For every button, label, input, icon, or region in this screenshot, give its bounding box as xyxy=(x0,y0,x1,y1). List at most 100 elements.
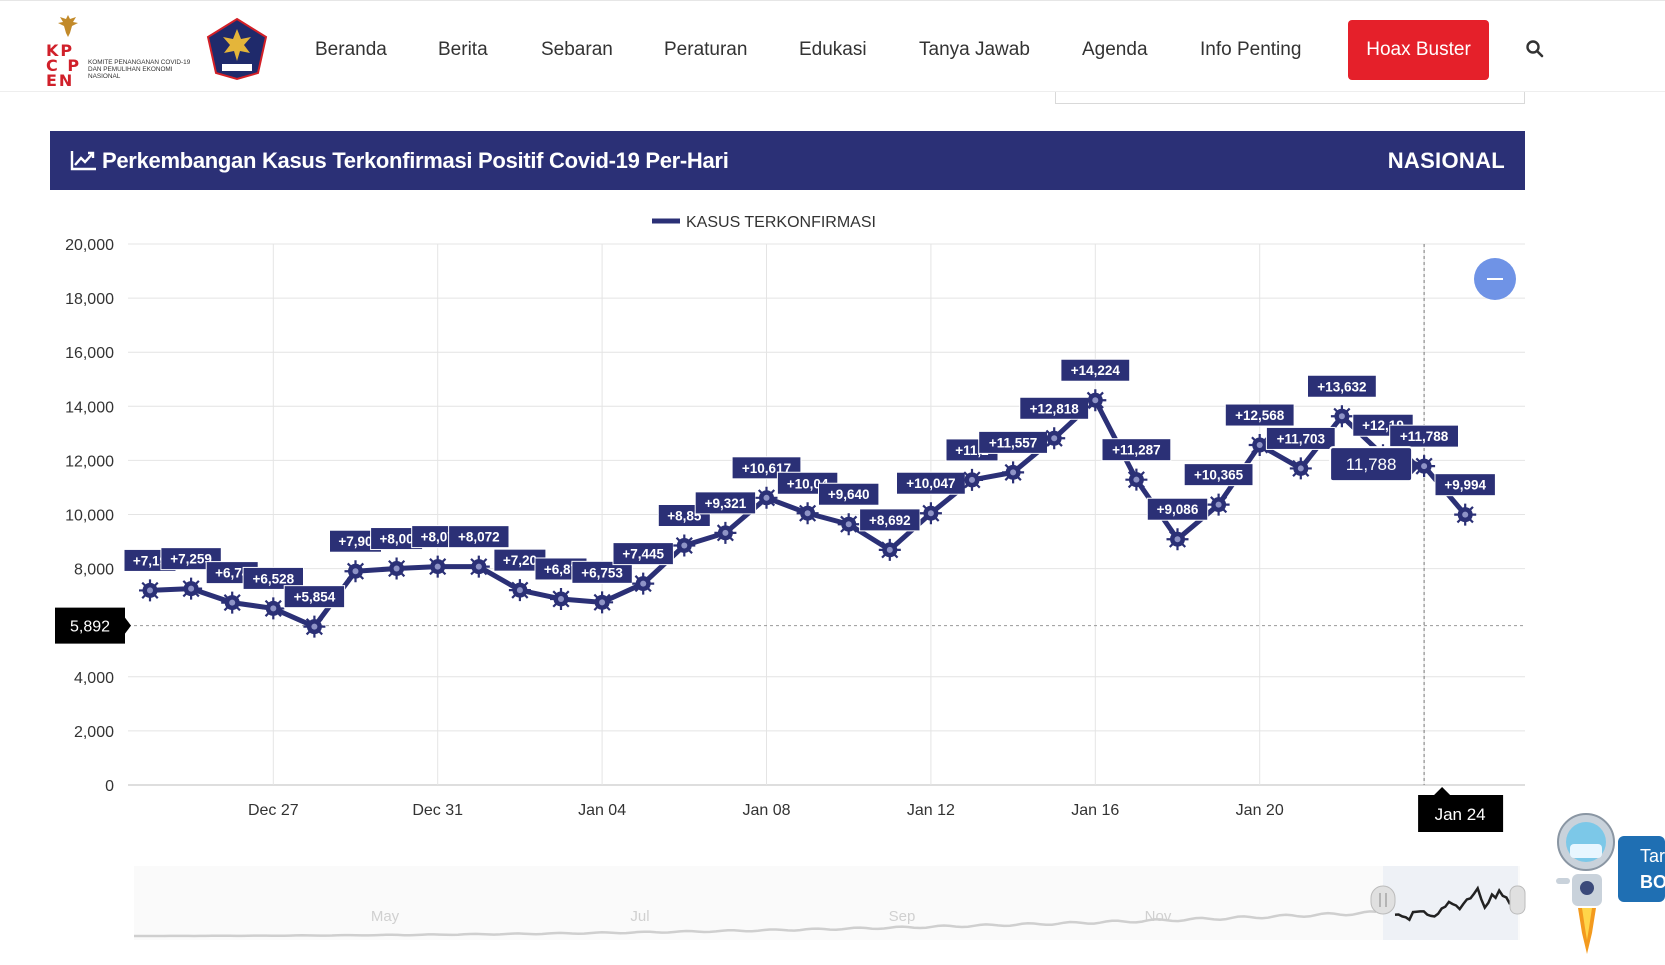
data-label: +5,854 xyxy=(294,590,336,605)
y-tick-label: 10,000 xyxy=(65,508,114,525)
x-crosshair-label-pointer xyxy=(1434,787,1451,795)
data-point-marker[interactable] xyxy=(1207,493,1230,516)
data-point-marker[interactable] xyxy=(1043,427,1066,450)
data-point-marker[interactable] xyxy=(508,579,531,602)
data-label: +8,692 xyxy=(869,513,911,528)
svg-text:BO: BO xyxy=(1640,872,1665,892)
data-point-marker[interactable] xyxy=(714,521,737,544)
nav-tanya-jawab[interactable]: Tanya Jawab xyxy=(919,39,1030,61)
data-point-marker[interactable] xyxy=(878,538,901,561)
data-point-marker[interactable] xyxy=(837,513,860,536)
data-point-marker[interactable] xyxy=(180,577,203,600)
x-tick-label: Jan 20 xyxy=(1236,802,1284,819)
navigator-label: Sep xyxy=(889,908,916,925)
data-label: +6,528 xyxy=(252,571,294,586)
data-point-marker[interactable] xyxy=(550,587,572,610)
navigator-right-handle[interactable] xyxy=(1509,885,1526,915)
data-label: +10,365 xyxy=(1194,468,1244,483)
data-label: +12,818 xyxy=(1030,401,1080,416)
garuda-emblem-icon xyxy=(58,15,78,37)
y-crosshair-label: 5,892 xyxy=(70,619,110,636)
navigator-left-handle[interactable] xyxy=(1370,885,1396,915)
data-point-marker[interactable] xyxy=(632,572,655,595)
y-tick-label: 16,000 xyxy=(65,345,114,362)
data-point-marker[interactable] xyxy=(961,468,983,491)
y-tick-label: 12,000 xyxy=(65,453,114,470)
svg-text:Tar: Tar xyxy=(1640,846,1665,866)
nav-agenda[interactable]: Agenda xyxy=(1082,39,1148,61)
data-point-marker[interactable] xyxy=(673,534,696,557)
data-label: +7,259 xyxy=(170,552,212,567)
data-label: +11,287 xyxy=(1112,443,1160,458)
chart-card-header: Perkembangan Kasus Terkonfirmasi Positif… xyxy=(50,131,1525,190)
daily-cases-chart[interactable]: KASUS TERKONFIRMASI 0 2,000 4,000 8,000 10,00… xyxy=(0,200,1665,960)
robot-mascot-icon[interactable]: Tar BO xyxy=(1548,808,1665,960)
data-point-marker[interactable] xyxy=(1166,528,1189,551)
legend-label[interactable]: KASUS TERKONFIRMASI xyxy=(686,214,876,231)
data-point-marker[interactable] xyxy=(1125,468,1148,491)
data-label: +9,321 xyxy=(705,496,747,511)
data-label: +11,557 xyxy=(989,435,1037,450)
y-tick-label: 20,000 xyxy=(65,237,114,254)
data-point-marker[interactable] xyxy=(426,555,449,578)
line-chart-icon xyxy=(70,151,96,171)
data-label: +6,753 xyxy=(581,565,623,580)
data-label: +11,788 xyxy=(1400,429,1449,444)
data-point-marker[interactable] xyxy=(1454,503,1477,526)
y-tick-label: 14,000 xyxy=(65,399,114,416)
x-tick-label: Jan 16 xyxy=(1071,802,1119,819)
data-label: +13,632 xyxy=(1317,379,1366,394)
x-tick-label: Dec 31 xyxy=(412,802,463,819)
chart-svg[interactable]: KASUS TERKONFIRMASI 0 2,000 4,000 8,000 10,00… xyxy=(0,200,1665,960)
region-label: NASIONAL xyxy=(1387,148,1505,173)
tooltip-value: 11,788 xyxy=(1346,455,1397,474)
data-point-marker[interactable] xyxy=(1289,457,1312,480)
data-point-marker[interactable] xyxy=(303,615,326,638)
kpc-pen-logo[interactable]: KPC PEN KOMITE PENANGANAN COVID-19 DAN P… xyxy=(46,13,271,89)
data-point-marker[interactable] xyxy=(591,591,614,614)
top-navigation-bar: KPC PEN KOMITE PENANGANAN COVID-19 DAN P… xyxy=(0,0,1665,92)
navigator-label: Nov xyxy=(1145,908,1172,925)
data-label: +8,00 xyxy=(380,532,414,547)
data-point-marker[interactable] xyxy=(139,579,161,602)
data-point-marker[interactable] xyxy=(467,555,490,578)
nav-beranda[interactable]: Beranda xyxy=(315,39,387,61)
chart-card-title: Perkembangan Kasus Terkonfirmasi Positif… xyxy=(102,148,729,173)
hoax-buster-button[interactable]: Hoax Buster xyxy=(1348,20,1489,80)
data-point-marker[interactable] xyxy=(919,502,942,525)
data-point-marker[interactable] xyxy=(755,486,778,509)
data-label: +9,640 xyxy=(828,487,870,502)
navigator-label: May xyxy=(371,908,400,925)
x-tick-label: Jan 08 xyxy=(742,802,790,819)
search-icon[interactable] xyxy=(1525,39,1545,59)
logo-subtitle: KOMITE PENANGANAN COVID-19 DAN PEMULIHAN… xyxy=(88,59,191,80)
x-crosshair-label: Jan 24 xyxy=(1435,805,1486,824)
data-point-marker[interactable] xyxy=(1330,405,1353,428)
filter-input-edge[interactable] xyxy=(1055,92,1525,104)
data-point-marker[interactable] xyxy=(796,502,819,525)
data-label: +8,072 xyxy=(458,530,500,545)
data-point-marker[interactable] xyxy=(1084,389,1107,412)
data-label: +12,568 xyxy=(1235,408,1285,423)
data-label: +11,703 xyxy=(1277,431,1326,446)
data-point-marker[interactable] xyxy=(385,557,408,580)
x-tick-label: Jan 04 xyxy=(578,802,626,819)
y-crosshair-label-pointer xyxy=(125,617,131,634)
y-tick-label: 0 xyxy=(105,778,114,795)
y-tick-label: 2,000 xyxy=(74,724,114,741)
data-label: +14,224 xyxy=(1071,363,1121,378)
nav-peraturan[interactable]: Peraturan xyxy=(664,39,747,61)
data-label: +9,086 xyxy=(1157,502,1199,517)
data-point-marker[interactable] xyxy=(344,560,367,583)
y-tick-label: 4,000 xyxy=(74,670,114,687)
data-point-marker[interactable] xyxy=(221,591,244,614)
data-label: +10,047 xyxy=(906,476,955,491)
y-tick-label: 8,000 xyxy=(74,562,114,579)
nav-sebaran[interactable]: Sebaran xyxy=(541,39,613,61)
data-point-marker[interactable] xyxy=(1002,461,1025,484)
data-point-marker[interactable] xyxy=(262,597,285,620)
nav-info-penting[interactable]: Info Penting xyxy=(1200,39,1301,61)
data-label: +7,445 xyxy=(622,547,664,562)
nav-berita[interactable]: Berita xyxy=(438,39,488,61)
nav-edukasi[interactable]: Edukasi xyxy=(799,39,867,61)
